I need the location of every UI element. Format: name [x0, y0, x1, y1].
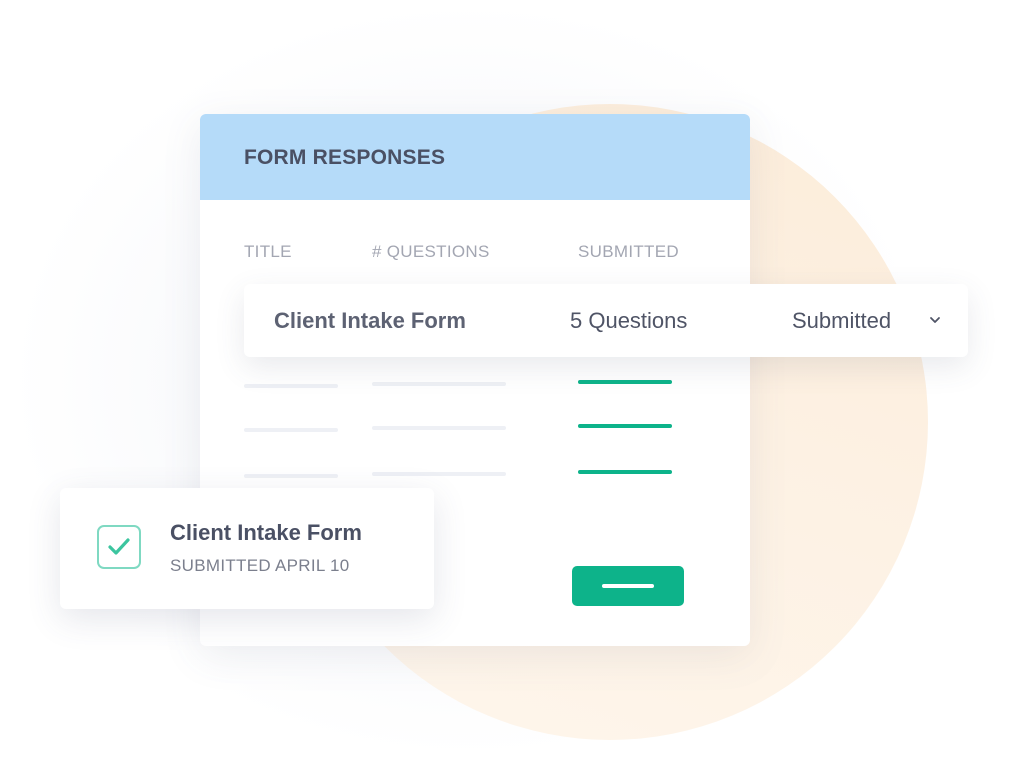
submit-button[interactable]	[572, 566, 684, 606]
checkbox-checked-icon[interactable]	[97, 525, 141, 569]
row-form-title: Client Intake Form	[274, 308, 466, 333]
column-header-title: TITLE	[244, 242, 292, 261]
column-header-questions: # QUESTIONS	[372, 242, 490, 261]
button-label-placeholder	[602, 584, 654, 588]
confirmation-subtitle: SUBMITTED APRIL 10	[170, 556, 350, 575]
placeholder-questions-line	[372, 382, 506, 386]
submitted-indicator-line	[578, 424, 672, 428]
placeholder-questions-line	[372, 472, 506, 476]
placeholder-title-line	[244, 428, 338, 432]
form-response-row[interactable]: Client Intake Form 5 Questions Submitted	[244, 284, 968, 357]
submission-confirmation-card: Client Intake Form SUBMITTED APRIL 10	[60, 488, 434, 609]
column-header-submitted: SUBMITTED	[578, 242, 679, 261]
chevron-down-icon[interactable]	[928, 314, 942, 326]
confirmation-title: Client Intake Form	[170, 520, 362, 545]
card-title: FORM RESPONSES	[244, 146, 446, 169]
placeholder-title-line	[244, 384, 338, 388]
row-question-count: 5 Questions	[570, 308, 688, 333]
placeholder-title-line	[244, 474, 338, 478]
checkmark-icon	[108, 538, 130, 555]
card-header: FORM RESPONSES	[200, 114, 750, 200]
submitted-indicator-line	[578, 470, 672, 474]
placeholder-questions-line	[372, 426, 506, 430]
submitted-indicator-line	[578, 380, 672, 384]
illustration-stage: FORM RESPONSES TITLE # QUESTIONS SUBMITT…	[0, 0, 1028, 768]
row-status: Submitted	[792, 308, 892, 333]
